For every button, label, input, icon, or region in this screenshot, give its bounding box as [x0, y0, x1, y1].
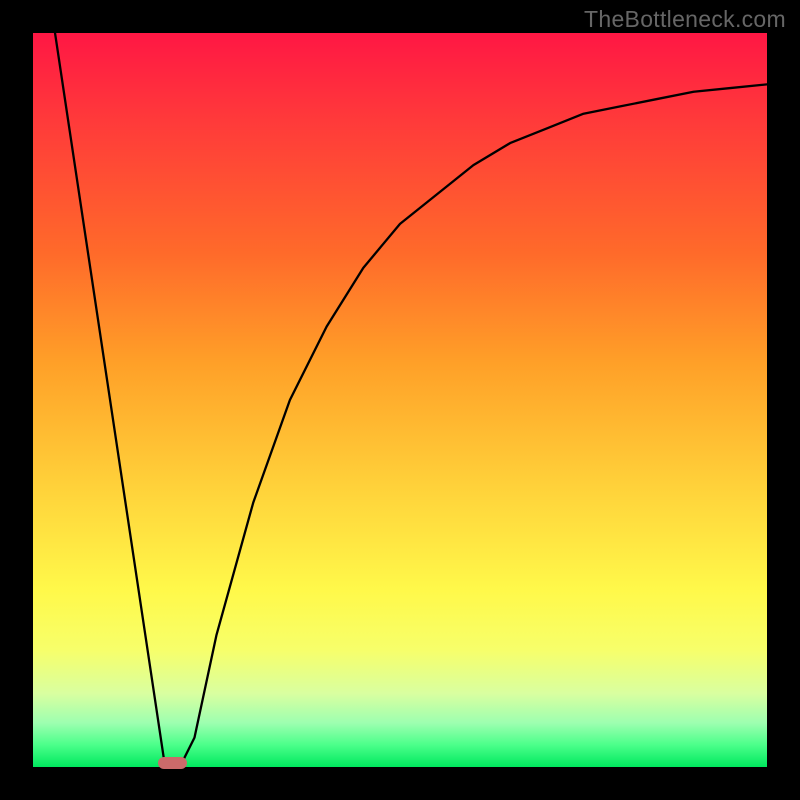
bottleneck-curve [33, 33, 767, 767]
optimum-marker [158, 757, 187, 769]
watermark-text: TheBottleneck.com [584, 6, 786, 33]
plot-area [33, 33, 767, 767]
chart-frame: TheBottleneck.com [0, 0, 800, 800]
